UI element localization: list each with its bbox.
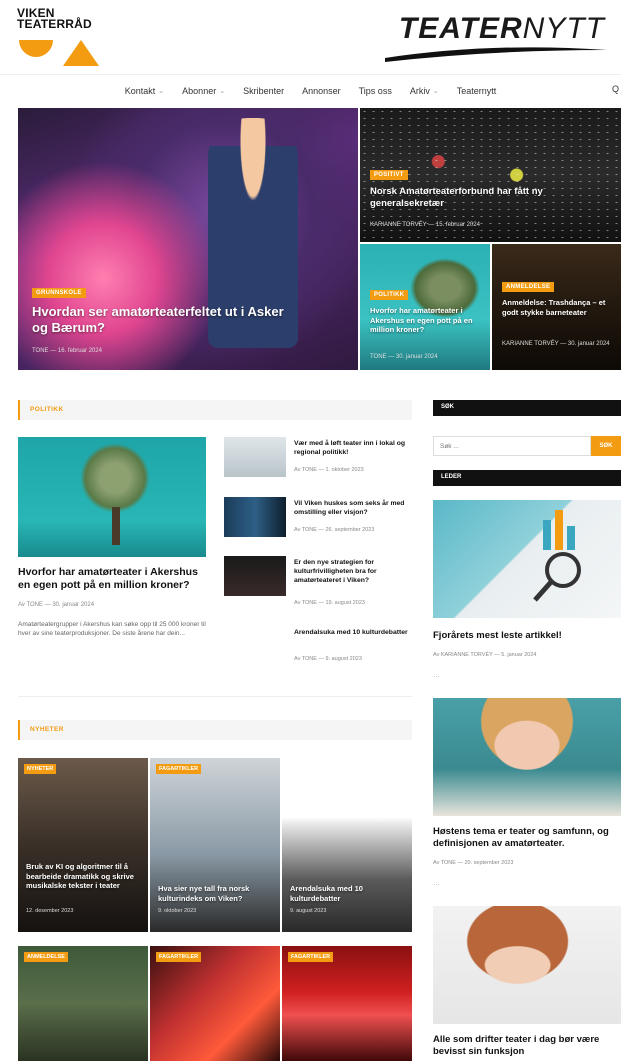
politikk-feature-meta: Av TONE — 30. januar 2024 <box>18 602 95 608</box>
hero-main-article[interactable]: GRUNNSKOLE Hvordan ser amatørteaterfelte… <box>18 108 358 370</box>
article-date: 9. august 2023 <box>290 908 327 914</box>
article-meta: TONE — 30. januar 2024 <box>370 354 438 360</box>
list-item-title[interactable]: Vil Viken huskes som seks år med omstill… <box>294 499 414 517</box>
nav-item-teaternytt[interactable]: Teaternytt <box>457 80 497 102</box>
sidebar-post-image[interactable] <box>433 698 621 816</box>
logo-swoosh-icon <box>385 47 607 62</box>
nav-item-skribenter[interactable]: Skribenter <box>243 80 284 102</box>
news-card[interactable]: FAGARTIKLER <box>150 946 280 1061</box>
article-title[interactable]: Norsk Amatørteaterforbund har fått ny ge… <box>370 186 590 210</box>
article-title[interactable]: Hvordan ser amatørteaterfeltet ut i Aske… <box>32 304 292 336</box>
list-item-title[interactable]: Vær med å løft teater inn i lokal og reg… <box>294 439 414 457</box>
list-item[interactable]: Arendalsuka med 10 kulturdebatter Av TON… <box>294 626 414 670</box>
politikk-feature-title[interactable]: Hvorfor har amatørteater i Akershus en e… <box>18 566 208 592</box>
sidebar-post-ellipsis: ... <box>433 878 440 887</box>
section-header-nyheter: NYHETER <box>18 720 412 740</box>
sidebar-post-ellipsis: ... <box>433 670 440 679</box>
nav-item-abonner[interactable]: Abonner ⌄ <box>182 80 225 102</box>
sidebar-post-image[interactable] <box>433 906 621 1024</box>
article-title[interactable]: Anmeldelse: Trashdança – et godt stykke … <box>502 298 612 317</box>
list-item-title[interactable]: Arendalsuka med 10 kulturdebatter <box>294 628 414 637</box>
logo-shapes-icon <box>19 40 99 66</box>
nav-item-kontakt[interactable]: Kontakt ⌄ <box>125 80 164 102</box>
news-card[interactable]: ANMELDELSE <box>18 946 148 1061</box>
article-title[interactable]: Bruk av KI og algoritmer til å bearbeide… <box>26 862 144 891</box>
article-title[interactable]: Arendalsuka med 10 kulturdebatter <box>290 884 408 903</box>
article-meta: TONE — 16. februar 2024 <box>32 348 102 354</box>
category-badge[interactable]: POSITIVT <box>370 170 408 180</box>
list-item-meta: Av TONE — 19. august 2023 <box>294 600 365 606</box>
list-item-thumb <box>224 556 286 596</box>
list-item-meta: Av TONE — 26. september 2023 <box>294 527 375 533</box>
article-title[interactable]: Hva sier nye tall fra norsk kulturindeks… <box>158 884 276 903</box>
news-card[interactable]: FAGARTIKLER <box>282 946 412 1061</box>
list-item-meta: Av TONE — 1. oktober 2023 <box>294 467 364 473</box>
nav-item-arkiv[interactable]: Arkiv ⌄ <box>410 80 439 102</box>
magnifier-chart-icon <box>533 510 581 602</box>
sidebar-header-leder: LEDER <box>433 470 621 486</box>
article-date: 9. oktober 2023 <box>158 908 197 914</box>
politikk-feature-excerpt: Amatørteatergrupper i Akershus kan søke … <box>18 621 206 637</box>
section-divider <box>18 696 412 697</box>
list-item[interactable]: Er den nye strategien for kulturfrivilli… <box>224 556 414 606</box>
viken-teaterrad-logo[interactable]: VIKEN TEATERRÅD <box>17 7 107 68</box>
sidebar-post-title[interactable]: Fjorårets mest leste artikkel! <box>433 630 621 642</box>
category-badge[interactable]: POLITIKK <box>370 290 409 300</box>
teaternytt-logo[interactable]: TEATERNYTT <box>381 12 611 62</box>
list-item[interactable]: Vær med å løft teater inn i lokal og reg… <box>224 437 414 481</box>
article-meta: KARIANNE TORVÉY — 15. februar 2024 <box>370 222 480 228</box>
sidebar-search: SØK <box>433 436 621 456</box>
news-card[interactable]: NYHETER Bruk av KI og algoritmer til å b… <box>18 758 148 932</box>
search-button[interactable]: SØK <box>591 436 621 456</box>
main-nav: Kontakt ⌄ Abonner ⌄ Skribenter Annonser Ti… <box>0 80 621 102</box>
news-card[interactable]: FAGARTIKLER Hva sier nye tall fra norsk … <box>150 758 280 932</box>
category-badge[interactable]: FAGARTIKLER <box>288 952 334 962</box>
sidebar-post-title[interactable]: Alle som drifter teater i dag bør være b… <box>433 1034 621 1058</box>
list-item-meta: Av TONE — 9. august 2023 <box>294 656 362 662</box>
chevron-down-icon: ⌄ <box>432 88 439 95</box>
list-item-thumb <box>224 497 286 537</box>
sidebar-post-title[interactable]: Høstens tema er teater og samfunn, og de… <box>433 826 621 850</box>
list-item[interactable]: Vil Viken huskes som seks år med omstill… <box>224 497 414 541</box>
sidebar-header-sok: SØK <box>433 400 621 416</box>
politikk-feature-image[interactable] <box>18 437 206 557</box>
tree-canopy <box>80 443 150 513</box>
article-meta: KARIANNE TORVÉY — 30. januar 2024 <box>502 341 610 347</box>
category-badge[interactable]: ANMELDELSE <box>24 952 68 962</box>
hero-bottom-left-article[interactable]: POLITIKK Hvorfor har amatørteater i Aker… <box>360 244 490 370</box>
article-date: 12. desember 2023 <box>26 908 74 914</box>
category-badge[interactable]: FAGARTIKLER <box>156 952 202 962</box>
hero-bottom-right-article[interactable]: ANMELDELSE Anmeldelse: Trashdança – et g… <box>492 244 621 370</box>
hero-grid: GRUNNSKOLE Hvordan ser amatørteaterfelte… <box>18 108 621 370</box>
category-badge[interactable]: GRUNNSKOLE <box>32 288 86 298</box>
category-badge[interactable]: ANMELDELSE <box>502 282 555 292</box>
news-card[interactable]: Arendalsuka med 10 kulturdebatter 9. aug… <box>282 758 412 932</box>
search-icon[interactable]: Q <box>612 84 619 94</box>
sidebar-post-image[interactable] <box>433 500 621 618</box>
nav-item-tips-oss[interactable]: Tips oss <box>359 80 392 102</box>
list-item-thumb <box>224 437 286 477</box>
search-input[interactable] <box>433 436 591 456</box>
category-badge[interactable]: FAGARTIKLER <box>156 764 202 774</box>
chevron-down-icon: ⌄ <box>219 88 226 95</box>
hero-top-article[interactable]: POSITIVT Norsk Amatørteaterforbund har f… <box>360 108 621 242</box>
logo-left-line2: TEATERRÅD <box>17 17 92 31</box>
category-badge[interactable]: NYHETER <box>24 764 57 774</box>
list-item-title[interactable]: Er den nye strategien for kulturfrivilli… <box>294 558 414 585</box>
nav-item-annonser[interactable]: Annonser <box>302 80 341 102</box>
sidebar-post-meta: Av KARIANNE TORVÉY — 5. januar 2024 <box>433 652 537 658</box>
section-header-politikk: POLITIKK <box>18 400 412 420</box>
sidebar-post-meta: Av TONE — 20. september 2023 <box>433 860 514 866</box>
chevron-down-icon: ⌄ <box>158 88 165 95</box>
article-title[interactable]: Hvorfor har amatørteater i Akershus en e… <box>370 306 480 335</box>
tree-trunk <box>112 507 120 545</box>
header-divider <box>0 74 621 75</box>
